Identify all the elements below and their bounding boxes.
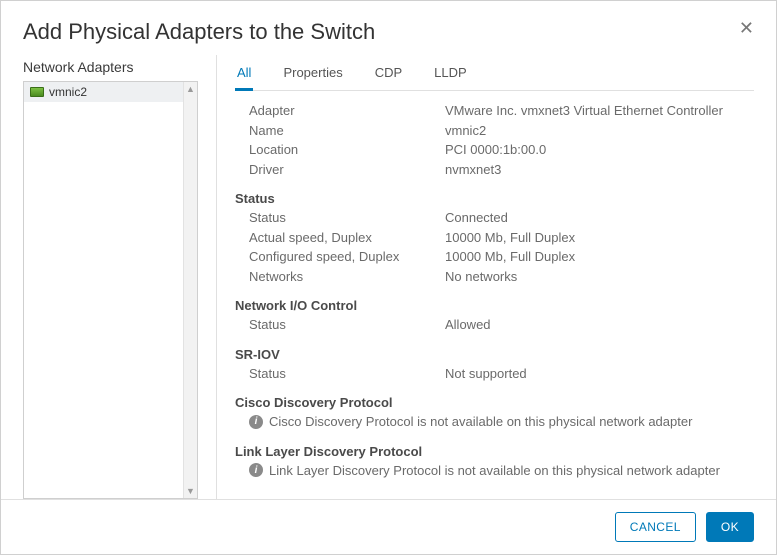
network-adapters-label: Network Adapters <box>23 59 198 75</box>
tab-properties[interactable]: Properties <box>281 61 344 91</box>
section-cdp: Cisco Discovery Protocol <box>235 395 750 410</box>
row-adapter: AdapterVMware Inc. vmxnet3 Virtual Ether… <box>235 101 750 121</box>
dialog-body: Network Adapters vmnic2 ▲ ▼ All Properti… <box>1 55 776 499</box>
tab-lldp[interactable]: LLDP <box>432 61 469 91</box>
close-icon[interactable]: ✕ <box>739 19 754 37</box>
row-sriov-status: StatusNot supported <box>235 364 750 384</box>
section-nioc: Network I/O Control <box>235 298 750 313</box>
value: VMware Inc. vmxnet3 Virtual Ethernet Con… <box>445 101 750 121</box>
dialog-header: Add Physical Adapters to the Switch ✕ <box>1 1 776 55</box>
value: Allowed <box>445 315 750 335</box>
label: Configured speed, Duplex <box>235 247 445 267</box>
dialog-footer: CANCEL OK <box>1 499 776 554</box>
tab-cdp[interactable]: CDP <box>373 61 404 91</box>
row-driver: Drivernvmxnet3 <box>235 160 750 180</box>
row-configured-speed: Configured speed, Duplex10000 Mb, Full D… <box>235 247 750 267</box>
label: Adapter <box>235 101 445 121</box>
ok-button[interactable]: OK <box>706 512 754 542</box>
value: Not supported <box>445 364 750 384</box>
tabs: All Properties CDP LLDP <box>235 55 754 91</box>
row-name: Namevmnic2 <box>235 121 750 141</box>
value: Connected <box>445 208 750 228</box>
nic-icon <box>30 87 44 97</box>
scroll-down-icon[interactable]: ▼ <box>186 486 195 496</box>
cancel-button[interactable]: CANCEL <box>615 512 696 542</box>
row-actual-speed: Actual speed, Duplex10000 Mb, Full Duple… <box>235 228 750 248</box>
label: Driver <box>235 160 445 180</box>
value: No networks <box>445 267 750 287</box>
adapter-list[interactable]: vmnic2 ▲ ▼ <box>23 81 198 499</box>
cdp-info: i Cisco Discovery Protocol is not availa… <box>235 412 750 432</box>
label: Status <box>235 364 445 384</box>
label: Location <box>235 140 445 160</box>
row-networks: NetworksNo networks <box>235 267 750 287</box>
right-column: All Properties CDP LLDP AdapterVMware In… <box>216 55 754 499</box>
row-location: LocationPCI 0000:1b:00.0 <box>235 140 750 160</box>
lldp-info: i Link Layer Discovery Protocol is not a… <box>235 461 750 481</box>
value: 10000 Mb, Full Duplex <box>445 228 750 248</box>
value: nvmxnet3 <box>445 160 750 180</box>
adapter-list-item[interactable]: vmnic2 <box>24 82 183 102</box>
row-nioc-status: StatusAllowed <box>235 315 750 335</box>
value: PCI 0000:1b:00.0 <box>445 140 750 160</box>
value: vmnic2 <box>445 121 750 141</box>
details-pane: AdapterVMware Inc. vmxnet3 Virtual Ether… <box>235 101 754 499</box>
info-icon: i <box>249 463 263 477</box>
dialog: Add Physical Adapters to the Switch ✕ Ne… <box>0 0 777 555</box>
label: Status <box>235 208 445 228</box>
section-sriov: SR-IOV <box>235 347 750 362</box>
info-icon: i <box>249 415 263 429</box>
section-lldp: Link Layer Discovery Protocol <box>235 444 750 459</box>
label: Networks <box>235 267 445 287</box>
dialog-title: Add Physical Adapters to the Switch <box>23 19 375 45</box>
label: Status <box>235 315 445 335</box>
label: Name <box>235 121 445 141</box>
label: Actual speed, Duplex <box>235 228 445 248</box>
lldp-message: Link Layer Discovery Protocol is not ava… <box>269 461 720 481</box>
scroll-up-icon[interactable]: ▲ <box>186 84 195 94</box>
section-status: Status <box>235 191 750 206</box>
row-status: StatusConnected <box>235 208 750 228</box>
adapter-name: vmnic2 <box>49 85 87 99</box>
value: 10000 Mb, Full Duplex <box>445 247 750 267</box>
left-column: Network Adapters vmnic2 ▲ ▼ <box>23 55 198 499</box>
scrollbar[interactable]: ▲ ▼ <box>183 82 197 498</box>
tab-all[interactable]: All <box>235 61 253 91</box>
cdp-message: Cisco Discovery Protocol is not availabl… <box>269 412 692 432</box>
